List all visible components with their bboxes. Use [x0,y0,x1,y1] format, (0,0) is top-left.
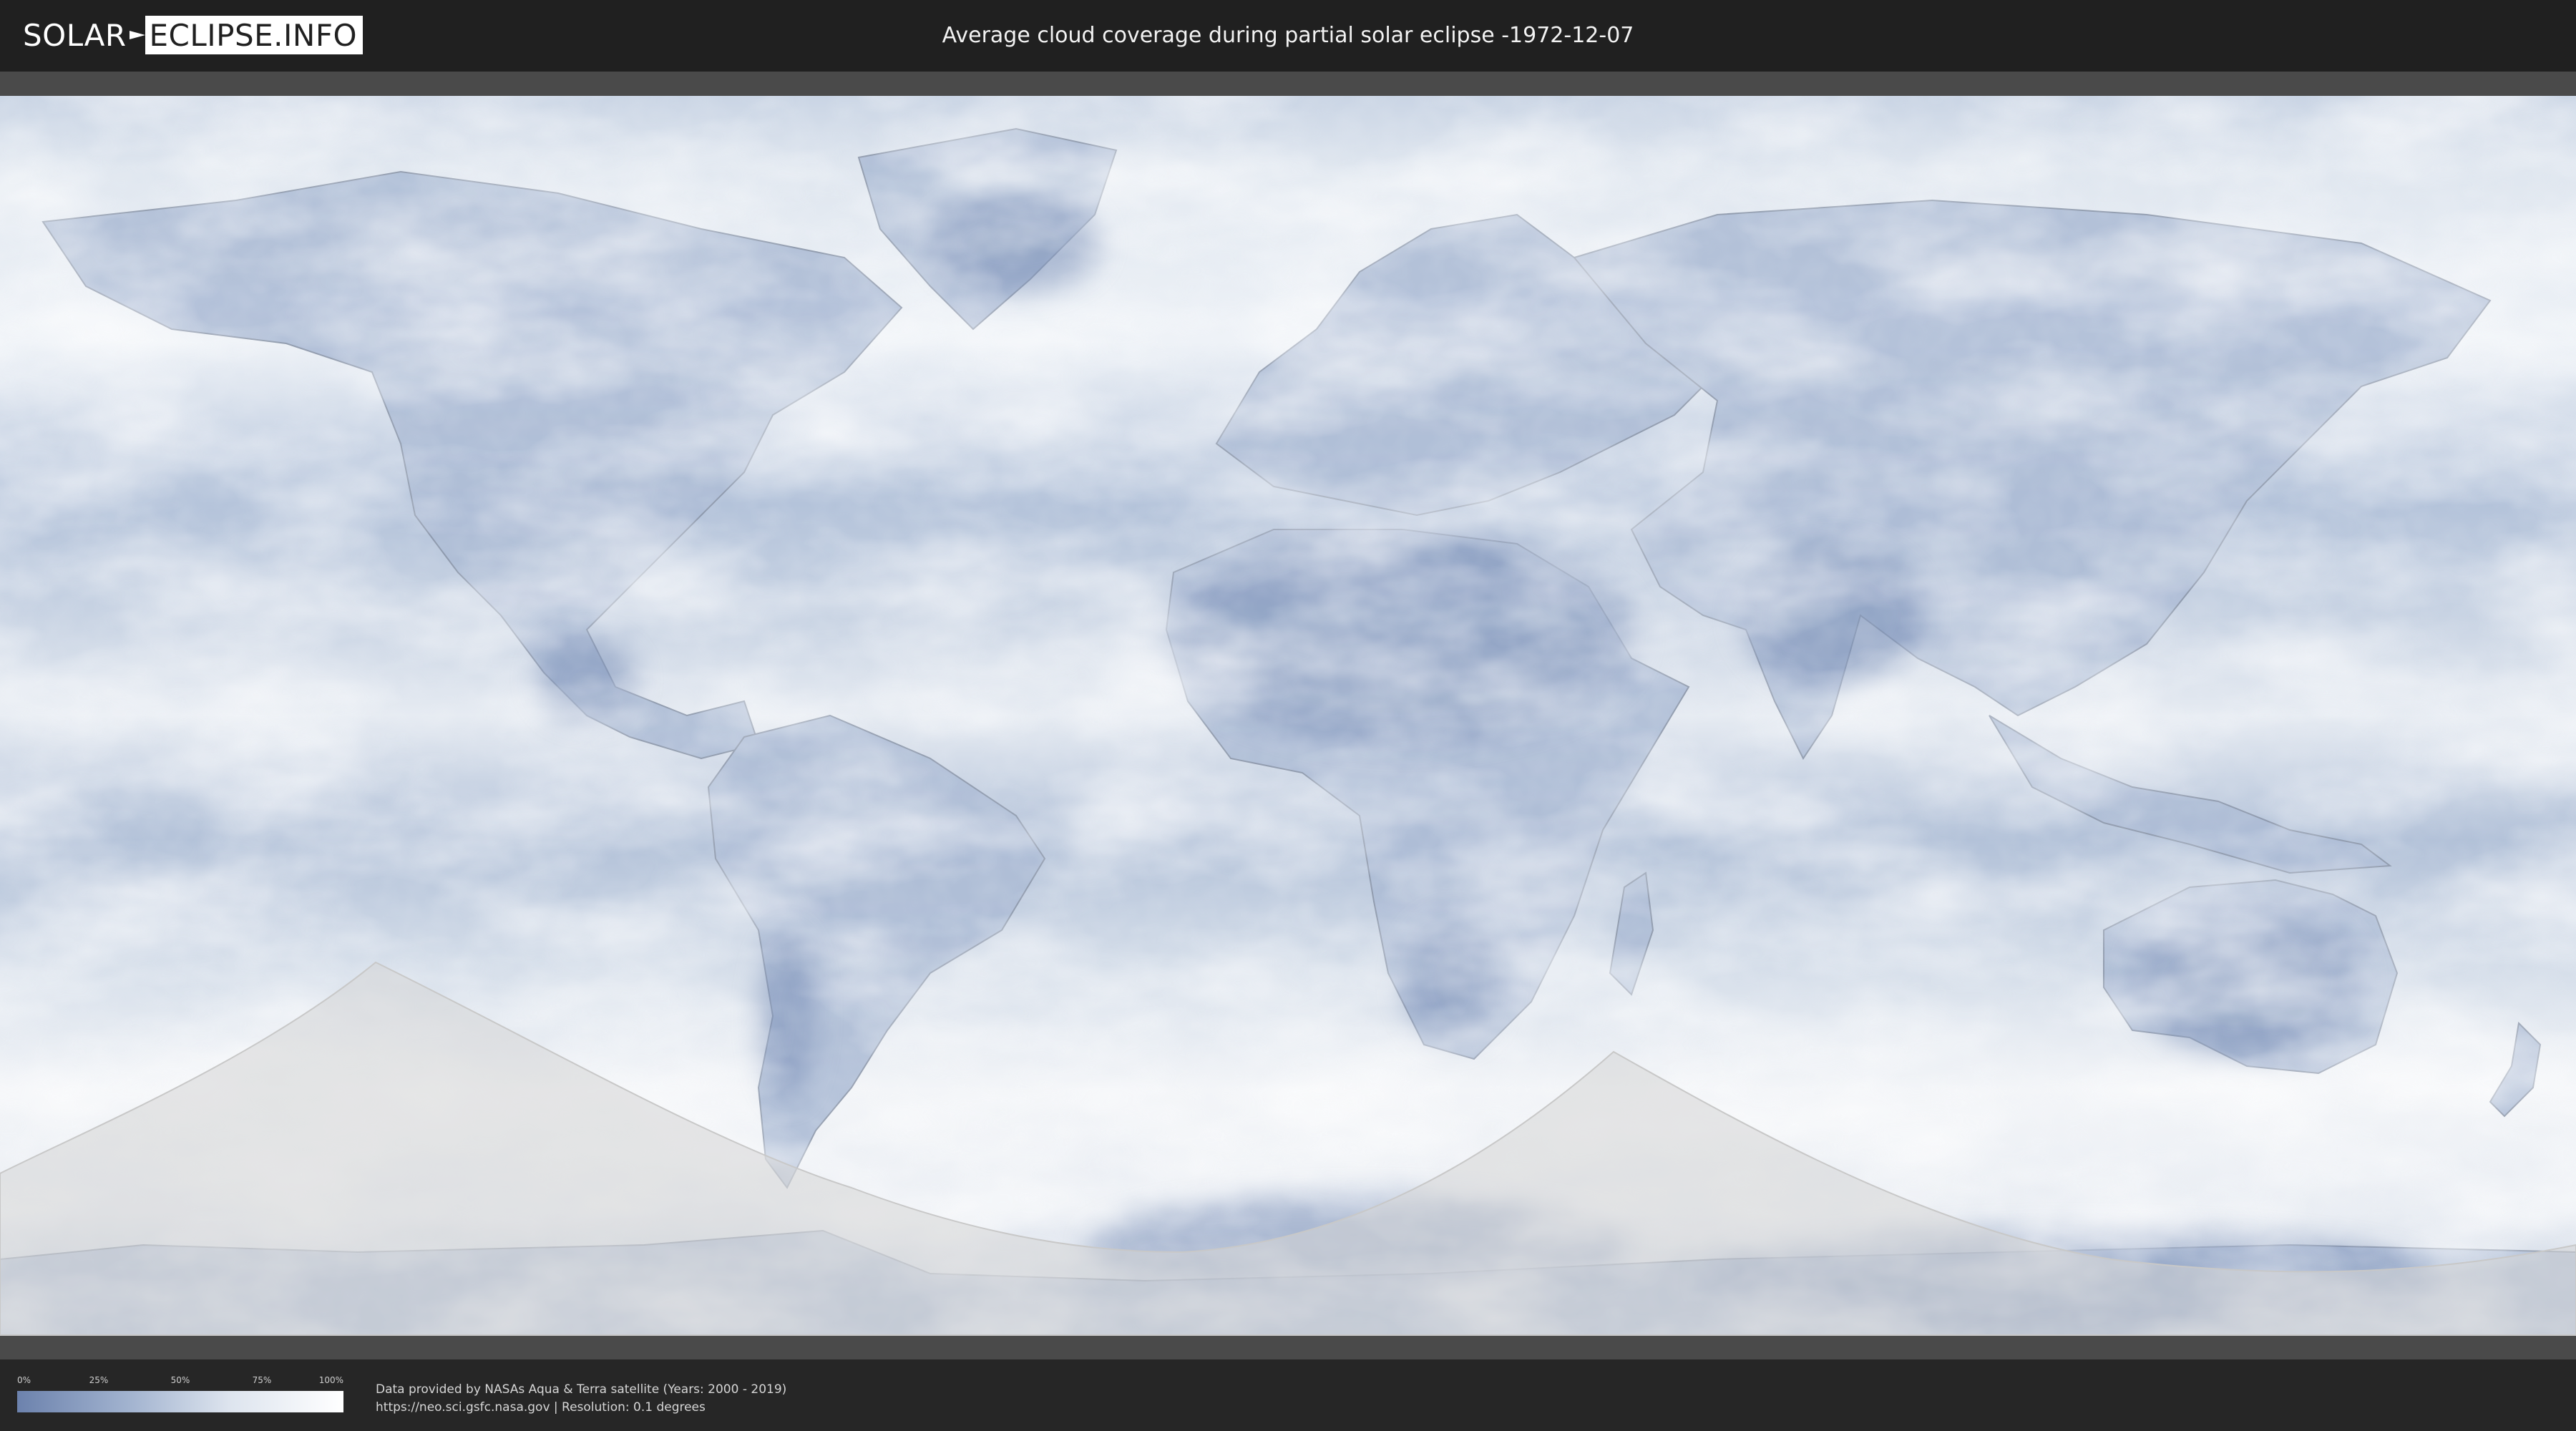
legend-gradient-bar [17,1391,343,1412]
footer-bar: 0% 25% 50% 75% 100% Data provided by NAS… [0,1359,2576,1431]
legend-ticks: 0% 25% 50% 75% 100% [17,1375,343,1388]
legend-tick-50: 50% [170,1375,190,1385]
legend-tick-0: 0% [17,1375,31,1385]
credits-line-source: Data provided by NASAs Aqua & Terra sate… [376,1382,787,1397]
legend-tick-75: 75% [252,1375,272,1385]
legend-tick-100: 100% [318,1375,343,1385]
polar-edge-top [0,72,2576,96]
legend-tick-25: 25% [89,1375,109,1385]
cloud-coverage-legend: 0% 25% 50% 75% 100% [17,1375,343,1415]
credits-line-url[interactable]: https://neo.sci.gsfc.nasa.gov | Resoluti… [376,1399,786,1417]
page: SOLAR ECLIPSE.INFO Average cloud coverag… [0,0,2576,1431]
cloud-coverage-map[interactable] [0,72,2576,1359]
header-bar: SOLAR ECLIPSE.INFO Average cloud coverag… [0,0,2576,72]
page-title: Average cloud coverage during partial so… [942,23,1634,48]
world-map-svg [0,72,2576,1359]
polar-edge-bottom [0,1335,2576,1359]
data-credits: Data provided by NASAs Aqua & Terra sate… [376,1381,786,1417]
